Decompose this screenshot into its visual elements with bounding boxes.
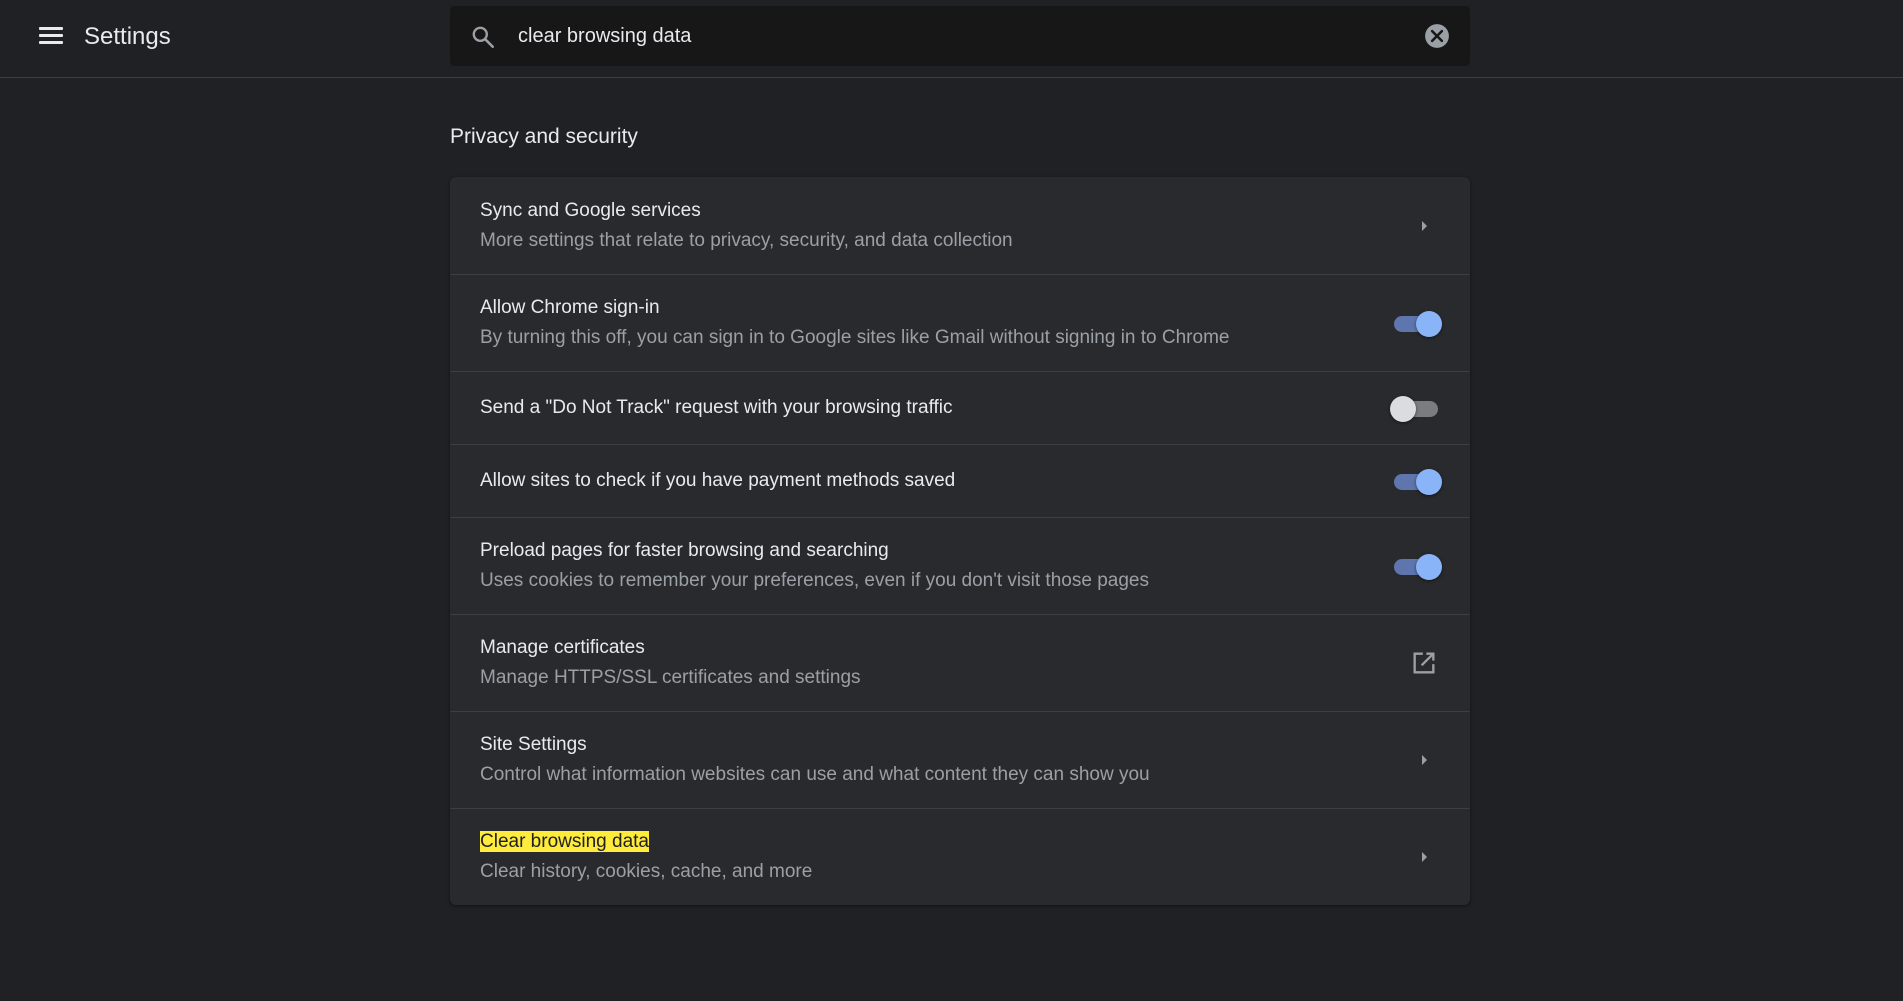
allow-sign-in-toggle[interactable] bbox=[1392, 309, 1442, 337]
row-title: Send a "Do Not Track" request with your … bbox=[480, 397, 953, 418]
external-link-icon[interactable] bbox=[1410, 649, 1438, 677]
row-subtitle: Control what information websites can us… bbox=[480, 764, 1150, 785]
row-sync-google-services[interactable]: Sync and Google services More settings t… bbox=[450, 177, 1470, 274]
chevron-right-icon[interactable] bbox=[1412, 845, 1436, 869]
chevron-right-icon[interactable] bbox=[1412, 214, 1436, 238]
search-highlight: Clear browsing data bbox=[480, 831, 649, 852]
row-payment-methods: Allow sites to check if you have payment… bbox=[450, 444, 1470, 517]
row-allow-chrome-sign-in: Allow Chrome sign-in By turning this off… bbox=[450, 274, 1470, 371]
row-title: Allow sites to check if you have payment… bbox=[480, 470, 956, 491]
row-title: Allow Chrome sign-in bbox=[480, 297, 660, 318]
payment-methods-toggle[interactable] bbox=[1392, 467, 1442, 495]
section-title: Privacy and security bbox=[450, 125, 638, 148]
row-do-not-track: Send a "Do Not Track" request with your … bbox=[450, 371, 1470, 444]
row-site-settings[interactable]: Site Settings Control what information w… bbox=[450, 711, 1470, 808]
app-title: Settings bbox=[84, 23, 171, 50]
privacy-security-card: Sync and Google services More settings t… bbox=[450, 177, 1470, 905]
chevron-right-icon[interactable] bbox=[1412, 748, 1436, 772]
row-subtitle: Clear history, cookies, cache, and more bbox=[480, 861, 813, 882]
top-toolbar: Settings bbox=[0, 0, 1903, 78]
row-title: Site Settings bbox=[480, 734, 587, 755]
search-input[interactable] bbox=[518, 16, 1398, 56]
row-clear-browsing-data[interactable]: Clear browsing data Clear history, cooki… bbox=[450, 808, 1470, 905]
row-title: Sync and Google services bbox=[480, 199, 701, 221]
preload-pages-toggle[interactable] bbox=[1392, 552, 1442, 580]
row-title: Manage certificates bbox=[480, 637, 645, 658]
do-not-track-toggle[interactable] bbox=[1390, 394, 1440, 422]
hamburger-menu-icon[interactable] bbox=[36, 23, 66, 49]
row-subtitle: More settings that relate to privacy, se… bbox=[480, 229, 1013, 251]
row-subtitle: By turning this off, you can sign in to … bbox=[480, 327, 1230, 348]
search-box[interactable] bbox=[450, 6, 1470, 66]
row-subtitle: Manage HTTPS/SSL certificates and settin… bbox=[480, 667, 861, 688]
row-manage-certificates[interactable]: Manage certificates Manage HTTPS/SSL cer… bbox=[450, 614, 1470, 711]
search-icon bbox=[472, 26, 495, 49]
row-title: Preload pages for faster browsing and se… bbox=[480, 540, 889, 561]
close-circle-icon[interactable] bbox=[1424, 23, 1450, 49]
row-subtitle: Uses cookies to remember your preference… bbox=[480, 570, 1149, 591]
row-preload-pages: Preload pages for faster browsing and se… bbox=[450, 517, 1470, 614]
row-title: Clear browsing data bbox=[480, 829, 812, 855]
